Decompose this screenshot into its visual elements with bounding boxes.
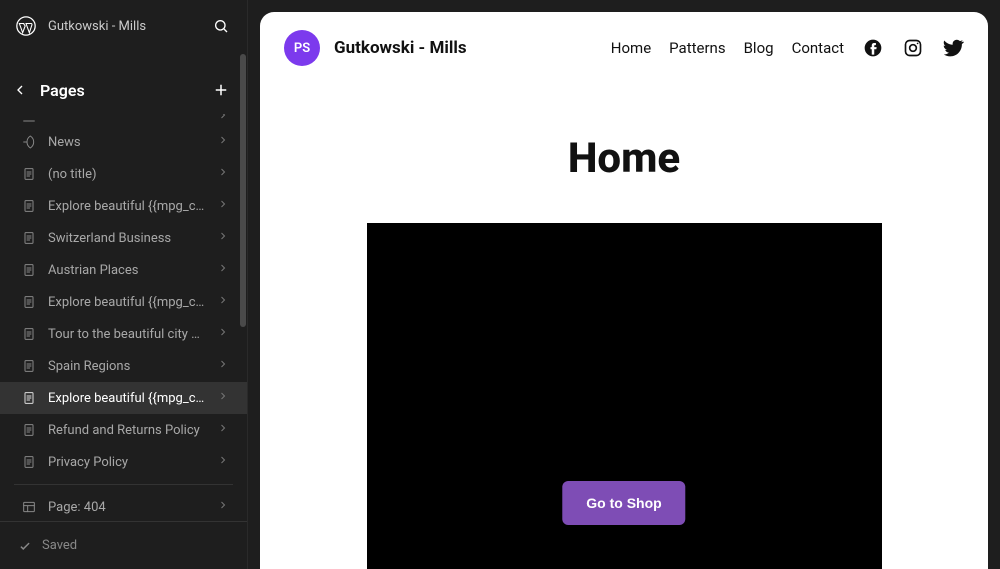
chevron-right-icon <box>217 262 233 278</box>
nav-link[interactable]: Patterns <box>669 39 725 57</box>
nav-link[interactable]: Blog <box>744 39 774 57</box>
template-item-label: Page: 404 <box>48 500 207 515</box>
page-item-label: Explore beautiful {{mpg_city}} of… <box>48 295 207 310</box>
page-item-label: Privacy Policy <box>48 455 207 470</box>
sidebar-scrollbar-thumb[interactable] <box>240 54 246 327</box>
instagram-icon[interactable] <box>902 37 924 59</box>
hero-image-block[interactable]: Go to Shop <box>367 223 882 569</box>
chevron-right-icon <box>217 422 233 438</box>
page-item-label: (no title) <box>48 167 207 182</box>
chevron-right-icon <box>217 166 233 182</box>
page-item-label: News <box>48 135 207 150</box>
back-icon[interactable] <box>8 78 32 102</box>
search-icon[interactable] <box>209 14 233 38</box>
chevron-right-icon <box>217 390 233 406</box>
page-icon <box>20 261 38 279</box>
chevron-right-icon <box>217 198 233 214</box>
chevron-right-icon <box>217 294 233 310</box>
page-item[interactable]: Tour to the beautiful city of… <box>0 318 247 350</box>
page-item-label: Explore beautiful {{mpg_city}} of… <box>48 391 207 406</box>
page-icon <box>20 229 38 247</box>
page-item[interactable]: Privacy Policy <box>0 446 247 478</box>
site-title: Gutkowski - Mills <box>334 38 467 58</box>
page-item[interactable]: Austrian Places <box>0 254 247 286</box>
chevron-right-icon <box>217 114 233 125</box>
twitter-icon[interactable] <box>942 37 964 59</box>
page-item[interactable] <box>0 114 247 126</box>
save-status-label: Saved <box>42 538 77 553</box>
page-icon <box>20 197 38 215</box>
page-icon <box>20 325 38 343</box>
site-name: Gutkowski - Mills <box>48 19 199 34</box>
facebook-icon[interactable] <box>862 37 884 59</box>
list-divider <box>14 484 233 485</box>
page-icon <box>20 293 38 311</box>
page-item-label: Refund and Returns Policy <box>48 423 207 438</box>
chevron-right-icon <box>217 358 233 374</box>
page-item[interactable]: Explore beautiful {{mpg_city}} of… <box>0 190 247 222</box>
page-icon <box>20 357 38 375</box>
page-icon <box>20 421 38 439</box>
page-icon <box>20 165 38 183</box>
template-item[interactable]: Page: 404 <box>0 491 247 521</box>
editor-sidebar: Gutkowski - Mills Pages News (no title) Ex… <box>0 0 248 569</box>
cta-button[interactable]: Go to Shop <box>562 481 685 525</box>
site-nav: Home Patterns Blog Contact <box>611 37 964 59</box>
page-item-label: Tour to the beautiful city of… <box>48 327 207 342</box>
site-logo[interactable]: PS <box>284 30 320 66</box>
page-item-label: Spain Regions <box>48 359 207 374</box>
page-item[interactable]: News <box>0 126 247 158</box>
page-item[interactable]: Explore beautiful {{mpg_city}} of… <box>0 382 247 414</box>
page-hero: Home <box>260 84 988 223</box>
page-heading: Home <box>260 134 988 183</box>
page-list: News (no title) Explore beautiful {{mpg_ci… <box>0 114 247 521</box>
site-header: PS Gutkowski - Mills Home Patterns Blog Con… <box>260 12 988 84</box>
news-icon <box>20 133 38 151</box>
panel-title: Pages <box>40 81 201 100</box>
preview-canvas: PS Gutkowski - Mills Home Patterns Blog Con… <box>260 12 988 569</box>
chevron-right-icon <box>217 499 233 515</box>
page-icon <box>20 453 38 471</box>
page-item[interactable]: Refund and Returns Policy <box>0 414 247 446</box>
page-item[interactable]: Explore beautiful {{mpg_city}} of… <box>0 286 247 318</box>
chevron-right-icon <box>217 326 233 342</box>
page-item[interactable]: Spain Regions <box>0 350 247 382</box>
save-status: Saved <box>0 521 247 569</box>
page-item[interactable]: (no title) <box>0 158 247 190</box>
preview-area: PS Gutkowski - Mills Home Patterns Blog Con… <box>248 0 1000 569</box>
chevron-right-icon <box>217 134 233 150</box>
page-icon <box>20 389 38 407</box>
sidebar-scrollbar[interactable] <box>240 54 246 509</box>
page-item-label: Explore beautiful {{mpg_city}} of… <box>48 199 207 214</box>
check-icon <box>18 539 32 553</box>
nav-link[interactable]: Home <box>611 39 651 57</box>
page-item-label: Austrian Places <box>48 263 207 278</box>
add-page-icon[interactable] <box>209 78 233 102</box>
sidebar-topbar: Gutkowski - Mills <box>0 0 247 52</box>
wordpress-logo-icon[interactable] <box>14 14 38 38</box>
page-icon <box>20 114 38 126</box>
nav-link[interactable]: Contact <box>792 39 844 57</box>
page-item[interactable]: Switzerland Business <box>0 222 247 254</box>
panel-header: Pages <box>0 66 247 114</box>
chevron-right-icon <box>217 454 233 470</box>
layout-icon <box>20 498 38 516</box>
page-item-label: Switzerland Business <box>48 231 207 246</box>
chevron-right-icon <box>217 230 233 246</box>
